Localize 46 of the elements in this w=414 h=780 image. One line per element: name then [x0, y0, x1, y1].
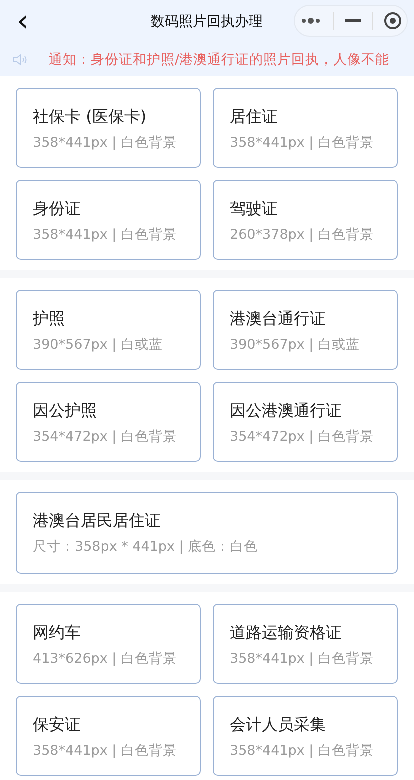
document-card[interactable]: 社保卡 (医保卡) 358*441px | 白色背景	[16, 88, 201, 168]
card-title: 居住证	[230, 106, 279, 128]
document-card[interactable]: 港澳台通行证 390*567px | 白或蓝	[213, 290, 398, 370]
card-spec: 354*472px | 白色背景	[230, 428, 375, 447]
document-card[interactable]: 驾驶证 260*378px | 白色背景	[213, 180, 398, 260]
card-spec: 358*441px | 白色背景	[230, 650, 375, 669]
card-title: 港澳台居民居住证	[33, 510, 162, 532]
card-spec: 354*472px | 白色背景	[33, 428, 178, 447]
card-title: 网约车	[33, 622, 82, 644]
document-card[interactable]: 会计人员采集 358*441px | 白色背景	[213, 696, 398, 776]
document-card[interactable]: 道路运输资格证 358*441px | 白色背景	[213, 604, 398, 684]
card-spec: 390*567px | 白或蓝	[230, 336, 361, 355]
card-spec: 358*441px | 白色背景	[33, 134, 178, 153]
card-title: 保安证	[33, 714, 82, 736]
card-spec: 358*441px | 白色背景	[33, 226, 178, 245]
document-card[interactable]: 保安证 358*441px | 白色背景	[16, 696, 201, 776]
card-title: 驾驶证	[230, 198, 279, 220]
card-title: 港澳台通行证	[230, 308, 327, 330]
card-spec: 尺寸：358px * 441px | 底色：白色	[33, 538, 260, 557]
document-card[interactable]: 护照 390*567px | 白或蓝	[16, 290, 201, 370]
card-spec: 358*441px | 白色背景	[230, 134, 375, 153]
close-icon[interactable]	[384, 12, 402, 30]
card-title: 身份证	[33, 198, 82, 220]
document-card[interactable]: 居住证 358*441px | 白色背景	[213, 88, 398, 168]
document-card[interactable]: 因公护照 354*472px | 白色背景	[16, 382, 201, 462]
minimize-icon[interactable]	[344, 19, 361, 23]
card-spec: 390*567px | 白或蓝	[33, 336, 164, 355]
back-button[interactable]: ‹	[0, 6, 40, 38]
card-title: 护照	[33, 308, 66, 330]
page-title: 数码照片回执办理	[151, 13, 263, 31]
document-card[interactable]: 因公港澳通行证 354*472px | 白色背景	[213, 382, 398, 462]
card-title: 会计人员采集	[230, 714, 327, 736]
speaker-icon	[13, 54, 27, 66]
document-card[interactable]: 网约车 413*626px | 白色背景	[16, 604, 201, 684]
card-spec: 358*441px | 白色背景	[33, 742, 178, 761]
document-card[interactable]: 身份证 358*441px | 白色背景	[16, 180, 201, 260]
notice-text: 通知：身份证和护照/港澳通行证的照片回执，人像不能	[49, 51, 390, 69]
document-card[interactable]: 港澳台居民居住证 尺寸：358px * 441px | 底色：白色	[16, 492, 398, 574]
card-spec: 413*626px | 白色背景	[33, 650, 178, 669]
card-spec: 260*378px | 白色背景	[230, 226, 375, 245]
card-title: 因公护照	[33, 400, 98, 422]
card-title: 因公港澳通行证	[230, 400, 343, 422]
card-spec: 358*441px | 白色背景	[230, 742, 375, 761]
more-icon[interactable]	[300, 17, 322, 25]
card-title: 社保卡 (医保卡)	[33, 106, 148, 128]
card-title: 道路运输资格证	[230, 622, 343, 644]
